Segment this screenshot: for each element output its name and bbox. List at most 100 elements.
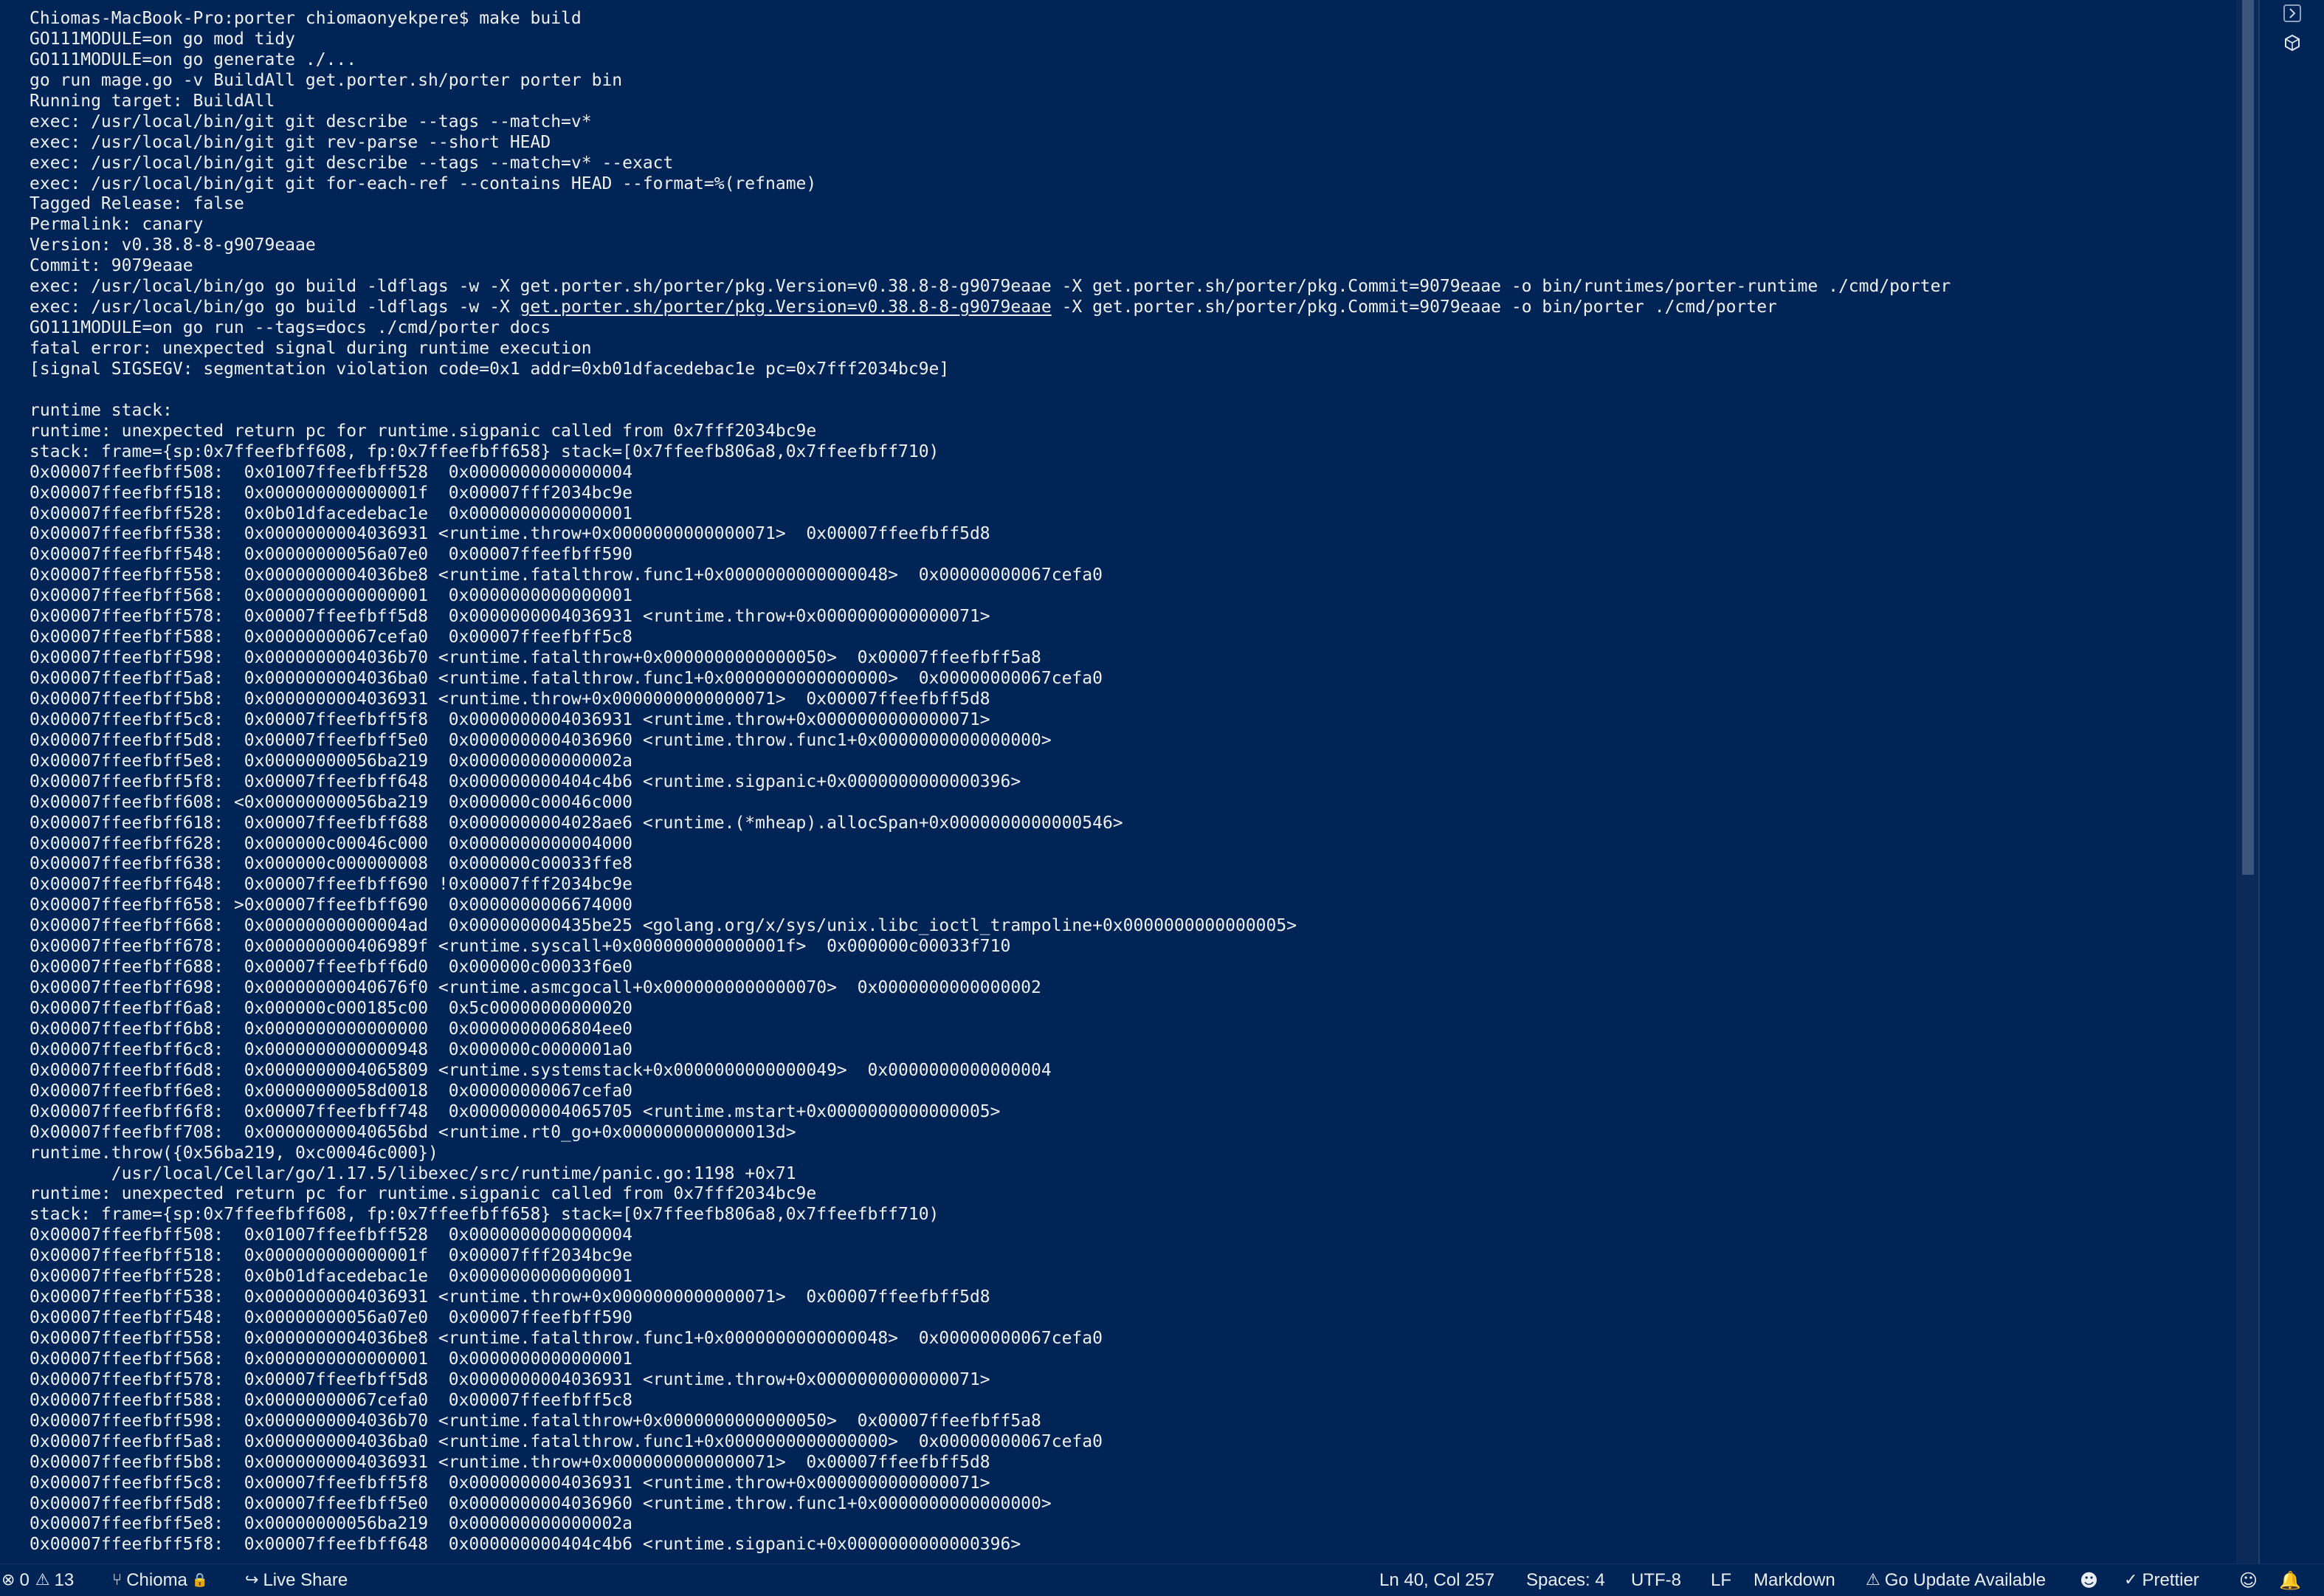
- terminal-line: 0x00007ffeefbff558: 0x0000000004036be8 <…: [30, 1329, 1103, 1348]
- terminal-line: exec: /usr/local/bin/git git describe --…: [30, 111, 592, 131]
- terminal-side-panel: [2258, 0, 2324, 1564]
- terminal-line: 0x00007ffeefbff5c8: 0x00007ffeefbff5f8 0…: [30, 709, 990, 729]
- maximize-panel-button[interactable]: [2279, 0, 2306, 27]
- terminal-line: 0x00007ffeefbff588: 0x00000000067cefa0 0…: [30, 627, 632, 647]
- cube-icon: [2285, 34, 2300, 52]
- prettier-button[interactable]: ✓ Prettier: [2124, 1564, 2199, 1596]
- terminal-line: Tagged Release: false: [30, 194, 244, 214]
- terminal-line: 0x00007ffeefbff5d8: 0x00007ffeefbff5e0 0…: [30, 1493, 1052, 1513]
- terminal-output: Chiomas-MacBook-Pro:porter chiomaonyekpe…: [30, 9, 2236, 1555]
- terminal-line: Chiomas-MacBook-Pro:porter chiomaonyekpe…: [30, 9, 582, 28]
- go-update-label: Go Update Available: [1884, 1569, 2047, 1590]
- branch-name: Chioma: [126, 1569, 187, 1590]
- terminal-line: 0x00007ffeefbff5f8: 0x00007ffeefbff648 0…: [30, 1535, 1021, 1555]
- terminal-line: exec: /usr/local/bin/git git for-each-re…: [30, 173, 817, 193]
- warning-count: 13: [54, 1569, 75, 1590]
- terminal-line: 0x00007ffeefbff588: 0x00000000067cefa0 0…: [30, 1390, 632, 1410]
- indentation-label: Spaces: 4: [1526, 1569, 1605, 1590]
- terminal-panel[interactable]: Chiomas-MacBook-Pro:porter chiomaonyekpe…: [0, 0, 2236, 1564]
- live-share-button[interactable]: ↪ Live Share: [245, 1564, 348, 1596]
- extension-button[interactable]: [2279, 30, 2306, 56]
- terminal-line: 0x00007ffeefbff6b8: 0x0000000000000000 0…: [30, 1019, 632, 1039]
- terminal-line: GO111MODULE=on go run --tags=docs ./cmd/…: [30, 318, 551, 338]
- line-ending-selector[interactable]: LF: [1711, 1564, 1731, 1596]
- status-bar: ⊗ 0 ⚠ 13 ⑂ Chioma 🔒 ↪ Live Share Ln 40, …: [0, 1564, 2324, 1596]
- terminal-line: 0x00007ffeefbff678: 0x000000000406989f <…: [30, 937, 1011, 957]
- terminal-line: 0x00007ffeefbff6a8: 0x000000c000185c00 0…: [30, 999, 632, 1018]
- terminal-line: 0x00007ffeefbff668: 0x00000000000004ad 0…: [30, 916, 1297, 936]
- double-check-icon: ✓: [2124, 1571, 2138, 1589]
- terminal-link[interactable]: get.porter.sh/porter/pkg.Version=v0.38.8…: [520, 297, 1052, 317]
- error-icon: ⊗: [1, 1571, 15, 1589]
- terminal-line: runtime: unexpected return pc for runtim…: [30, 1184, 817, 1204]
- indentation-selector[interactable]: Spaces: 4: [1526, 1564, 1605, 1596]
- encoding-selector[interactable]: UTF-8: [1631, 1564, 1681, 1596]
- terminal-line: Version: v0.38.8-8-g9079eaae: [30, 235, 316, 255]
- terminal-line: Running target: BuildAll: [30, 91, 275, 111]
- terminal-line: stack: frame={sp:0x7ffeefbff608, fp:0x7f…: [30, 1205, 939, 1225]
- terminal-line: 0x00007ffeefbff598: 0x0000000004036b70 <…: [30, 648, 1041, 668]
- terminal-line: 0x00007ffeefbff658: >0x00007ffeefbff690 …: [30, 895, 632, 915]
- terminal-line: exec: /usr/local/bin/git git describe --…: [30, 153, 674, 173]
- go-update-button[interactable]: ⚠ Go Update Available: [1866, 1564, 2046, 1596]
- terminal-line: 0x00007ffeefbff518: 0x000000000000001f 0…: [30, 1246, 632, 1266]
- terminal-line: 0x00007ffeefbff6c8: 0x0000000000000948 0…: [30, 1039, 632, 1059]
- language-mode-label: Markdown: [1754, 1569, 1835, 1590]
- feedback-icon: ☺: [2239, 1569, 2258, 1591]
- lock-icon: 🔒: [191, 1572, 209, 1588]
- terminal-line: 0x00007ffeefbff568: 0x0000000000000001 0…: [30, 586, 632, 606]
- terminal-line: 0x00007ffeefbff698: 0x00000000040676f0 <…: [30, 978, 1041, 998]
- live-share-label: Live Share: [263, 1569, 348, 1590]
- terminal-line: 0x00007ffeefbff568: 0x0000000000000001 0…: [30, 1349, 632, 1369]
- gopher-status-button[interactable]: ☻: [2080, 1564, 2098, 1596]
- terminal-line: 0x00007ffeefbff528: 0x0b01dfacedebac1e 0…: [30, 503, 632, 523]
- terminal-line: 0x00007ffeefbff508: 0x01007ffeefbff528 0…: [30, 462, 632, 482]
- terminal-line: go run mage.go -v BuildAll get.porter.sh…: [30, 70, 623, 90]
- terminal-line: exec: /usr/local/bin/go go build -ldflag…: [30, 277, 1951, 297]
- terminal-line: 0x00007ffeefbff538: 0x0000000004036931 <…: [30, 524, 990, 544]
- terminal-line: 0x00007ffeefbff5c8: 0x00007ffeefbff5f8 0…: [30, 1473, 990, 1493]
- terminal-line: GO111MODULE=on go generate ./...: [30, 49, 357, 69]
- terminal-line: exec: /usr/local/bin/go go build -ldflag…: [30, 297, 2236, 318]
- prettier-label: Prettier: [2142, 1569, 2199, 1590]
- terminal-line: 0x00007ffeefbff648: 0x00007ffeefbff690 !…: [30, 875, 632, 895]
- language-mode-selector[interactable]: Markdown: [1754, 1564, 1835, 1596]
- terminal-line: 0x00007ffeefbff508: 0x01007ffeefbff528 0…: [30, 1225, 632, 1245]
- terminal-line: 0x00007ffeefbff558: 0x0000000004036be8 <…: [30, 565, 1103, 585]
- terminal-line: 0x00007ffeefbff528: 0x0b01dfacedebac1e 0…: [30, 1267, 632, 1287]
- terminal-line: 0x00007ffeefbff518: 0x000000000000001f 0…: [30, 483, 632, 503]
- terminal-line: 0x00007ffeefbff5a8: 0x0000000004036ba0 <…: [30, 669, 1103, 688]
- terminal-line: 0x00007ffeefbff6e8: 0x00000000058d0018 0…: [30, 1081, 632, 1101]
- line-ending-label: LF: [1711, 1569, 1732, 1590]
- branch-indicator[interactable]: ⑂ Chioma 🔒: [112, 1564, 213, 1596]
- terminal-line: /usr/local/Cellar/go/1.17.5/libexec/src/…: [30, 1163, 796, 1183]
- terminal-line: GO111MODULE=on go mod tidy: [30, 29, 296, 49]
- encoding-label: UTF-8: [1631, 1569, 1681, 1590]
- notifications-button[interactable]: 🔔: [2279, 1564, 2301, 1596]
- terminal-line: runtime: unexpected return pc for runtim…: [30, 421, 817, 441]
- terminal-line: 0x00007ffeefbff5a8: 0x0000000004036ba0 <…: [30, 1431, 1103, 1451]
- terminal-line: 0x00007ffeefbff6f8: 0x00007ffeefbff748 0…: [30, 1101, 1001, 1121]
- terminal-line: 0x00007ffeefbff5e8: 0x00000000056ba219 0…: [30, 751, 632, 771]
- terminal-line: 0x00007ffeefbff5b8: 0x0000000004036931 <…: [30, 1452, 990, 1472]
- terminal-line: 0x00007ffeefbff578: 0x00007ffeefbff5d8 0…: [30, 607, 990, 627]
- warning-icon: ⚠: [1866, 1571, 1880, 1589]
- git-branch-icon: ⑂: [112, 1571, 123, 1589]
- terminal-line: exec: /usr/local/bin/git git rev-parse -…: [30, 132, 551, 152]
- problems-indicator[interactable]: ⊗ 0 ⚠ 13: [1, 1564, 74, 1596]
- terminal-scrollbar-thumb[interactable]: [2242, 0, 2254, 875]
- terminal-line: 0x00007ffeefbff688: 0x00007ffeefbff6d0 0…: [30, 957, 632, 977]
- terminal-line: 0x00007ffeefbff5b8: 0x0000000004036931 <…: [30, 689, 990, 709]
- terminal-line-text: -X get.porter.sh/porter/pkg.Commit=9079e…: [1051, 297, 1777, 317]
- bell-icon: 🔔: [2279, 1569, 2301, 1591]
- terminal-line: 0x00007ffeefbff708: 0x00000000040656bd <…: [30, 1122, 796, 1142]
- terminal-line: 0x00007ffeefbff628: 0x000000c00046c000 0…: [30, 833, 632, 853]
- terminal-line: 0x00007ffeefbff548: 0x00000000056a07e0 0…: [30, 545, 632, 565]
- terminal-line: 0x00007ffeefbff538: 0x0000000004036931 <…: [30, 1287, 990, 1307]
- feedback-button[interactable]: ☺: [2239, 1564, 2258, 1596]
- terminal-line: fatal error: unexpected signal during ru…: [30, 339, 592, 358]
- cursor-position[interactable]: Ln 40, Col 257: [1379, 1564, 1494, 1596]
- terminal-line: 0x00007ffeefbff638: 0x000000c000000008 0…: [30, 854, 632, 874]
- terminal-line: Commit: 9079eaae: [30, 256, 193, 276]
